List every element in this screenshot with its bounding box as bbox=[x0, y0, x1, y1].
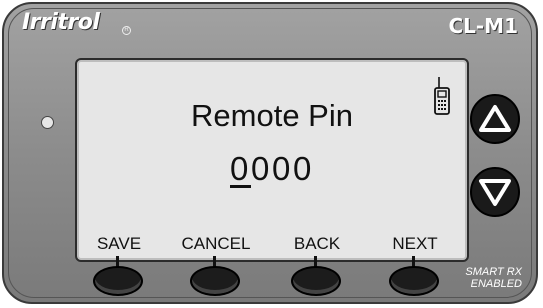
controller-device: Irritrol R CL-M1 Remote Pin 0000 SAVE CA… bbox=[2, 2, 538, 304]
softkey-label-save: SAVE bbox=[96, 234, 142, 253]
down-arrow-icon bbox=[479, 179, 511, 206]
status-led-icon bbox=[41, 116, 54, 129]
next-button[interactable] bbox=[389, 266, 439, 296]
pin-entry[interactable]: 0000 bbox=[77, 150, 467, 188]
down-button[interactable] bbox=[470, 167, 520, 217]
cancel-button[interactable] bbox=[190, 266, 240, 296]
pin-digit[interactable]: 0 bbox=[293, 150, 314, 188]
up-button[interactable] bbox=[470, 94, 520, 144]
save-button[interactable] bbox=[93, 266, 143, 296]
back-button[interactable] bbox=[291, 266, 341, 296]
registered-mark-icon: R bbox=[122, 26, 131, 35]
softkey-label-cancel: CANCEL bbox=[181, 234, 251, 253]
smart-rx-badge: SMART RX ENABLED bbox=[465, 266, 522, 290]
model-label: CL-M1 bbox=[448, 14, 518, 38]
brand-logo: Irritrol bbox=[22, 10, 100, 35]
pin-digit[interactable]: 0 bbox=[272, 150, 293, 188]
smart-rx-line2: ENABLED bbox=[470, 278, 522, 290]
up-arrow-icon bbox=[479, 105, 511, 132]
lcd-screen: Remote Pin 0000 SAVE CANCEL BACK NEXT bbox=[75, 58, 469, 262]
screen-title: Remote Pin bbox=[191, 98, 353, 133]
pin-digit[interactable]: 0 bbox=[230, 152, 251, 188]
pin-digit[interactable]: 0 bbox=[251, 150, 272, 188]
smart-rx-line1: SMART RX bbox=[465, 266, 522, 278]
softkey-label-back: BACK bbox=[293, 234, 341, 253]
softkey-label-next: NEXT bbox=[392, 234, 438, 253]
softkey-labels: SAVE CANCEL BACK NEXT bbox=[77, 234, 467, 256]
